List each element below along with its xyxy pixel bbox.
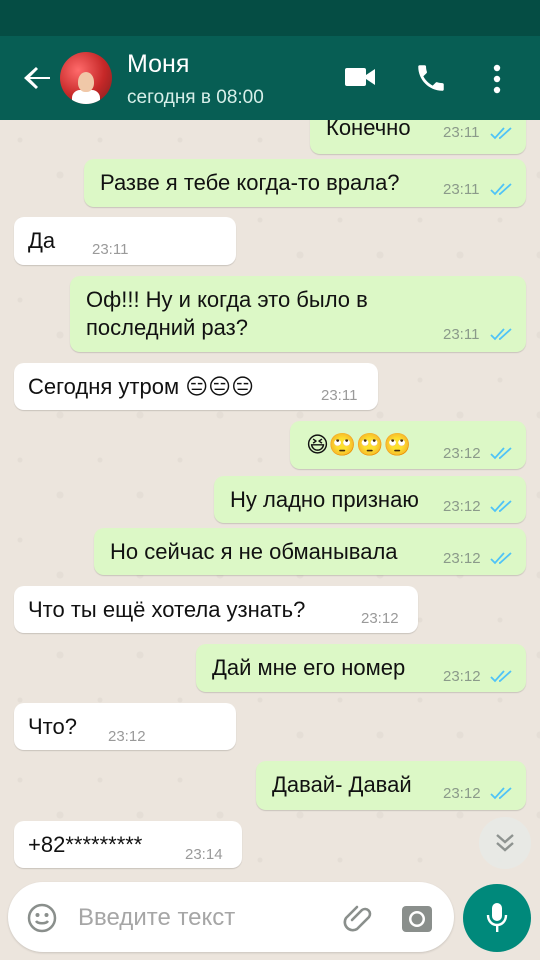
double-check-icon — [490, 328, 512, 341]
message-time: 23:11 — [443, 326, 480, 343]
message-text: Что ты ещё хотела узнать? — [28, 597, 306, 622]
message-input[interactable] — [76, 898, 330, 938]
message-bubble[interactable]: Что? 23:12 — [14, 703, 236, 750]
message-time: 23:12 — [108, 728, 146, 745]
message-text: Давай- Давай — [272, 772, 412, 797]
contact-name[interactable]: Моня — [127, 50, 189, 79]
double-check-icon — [490, 787, 512, 800]
message-text-line: Оф!!! Ну и когда это было в — [86, 287, 368, 312]
double-check-icon — [490, 127, 512, 140]
message-bubble[interactable]: Что ты ещё хотела узнать? 23:12 — [14, 586, 418, 633]
avatar-figure — [72, 90, 100, 104]
message-bubble[interactable]: Но сейчас я не обманывала 23:12 — [94, 528, 526, 575]
status-bar — [0, 0, 540, 36]
message-time: 23:12 — [443, 785, 481, 802]
message-bubble[interactable]: +82********* 23:14 — [14, 821, 242, 868]
message-composer — [8, 882, 454, 952]
camera-icon[interactable] — [400, 902, 434, 939]
avatar[interactable] — [60, 52, 112, 104]
message-bubble[interactable]: Да 23:11 — [14, 217, 236, 265]
message-time: 23:11 — [443, 181, 480, 198]
message-text: Конечно — [326, 120, 411, 140]
message-time: 23:12 — [443, 550, 481, 567]
paperclip-icon[interactable] — [340, 900, 376, 941]
message-time: 23:11 — [321, 387, 358, 404]
avatar-face — [78, 72, 94, 92]
message-list[interactable]: Конечно 23:11 Разве я тебе когда-то врал… — [0, 120, 540, 890]
message-bubble[interactable]: Разве я тебе когда-то врала? 23:11 — [84, 159, 526, 207]
more-vertical-icon[interactable] — [492, 64, 502, 99]
message-text: Ну ладно признаю — [230, 487, 419, 512]
message-text: Сегодня утром 😑😑😑 — [28, 374, 255, 399]
chat-header: Моня сегодня в 08:00 — [0, 36, 540, 120]
message-time: 23:12 — [443, 668, 481, 685]
arrow-left-icon[interactable] — [20, 60, 56, 96]
message-bubble[interactable]: Оф!!! Ну и когда это было в последний ра… — [70, 276, 526, 352]
message-time: 23:11 — [443, 124, 480, 141]
last-seen-status: сегодня в 08:00 — [127, 87, 264, 108]
double-check-icon — [490, 447, 512, 460]
scroll-to-bottom-button[interactable] — [479, 817, 531, 869]
message-text: Но сейчас я не обманывала — [110, 539, 398, 564]
message-bubble[interactable]: Конечно 23:11 — [310, 120, 526, 154]
message-time: 23:12 — [443, 445, 481, 462]
message-text: Оф!!! Ну и когда это было в последний ра… — [86, 286, 368, 342]
message-bubble[interactable]: 😆🙄🙄🙄 23:12 — [290, 421, 526, 469]
microphone-button[interactable] — [463, 884, 531, 952]
message-text: 😆🙄🙄🙄 — [306, 432, 412, 457]
message-bubble[interactable]: Сегодня утром 😑😑😑 23:11 — [14, 363, 378, 410]
double-check-icon — [490, 670, 512, 683]
message-text: Что? — [28, 714, 77, 739]
message-text: Дай мне его номер — [212, 655, 406, 680]
microphone-icon — [486, 903, 508, 932]
message-time: 23:12 — [443, 498, 481, 515]
chevron-double-down-icon — [496, 834, 514, 852]
message-bubble[interactable]: Ну ладно признаю 23:12 — [214, 476, 526, 523]
video-camera-icon[interactable] — [344, 64, 376, 95]
message-time: 23:12 — [361, 610, 399, 627]
double-check-icon — [490, 500, 512, 513]
double-check-icon — [490, 183, 512, 196]
message-text: Да — [28, 228, 56, 253]
emoji-icon[interactable] — [26, 902, 58, 939]
message-bubble[interactable]: Дай мне его номер 23:12 — [196, 644, 526, 692]
message-bubble[interactable]: Давай- Давай 23:12 — [256, 761, 526, 810]
message-time: 23:11 — [92, 241, 129, 258]
message-time: 23:14 — [185, 846, 223, 863]
phone-icon[interactable] — [414, 61, 448, 100]
message-text: +82********* — [28, 832, 143, 857]
message-text-line: последний раз? — [86, 315, 248, 340]
double-check-icon — [490, 552, 512, 565]
message-text: Разве я тебе когда-то врала? — [100, 170, 400, 195]
